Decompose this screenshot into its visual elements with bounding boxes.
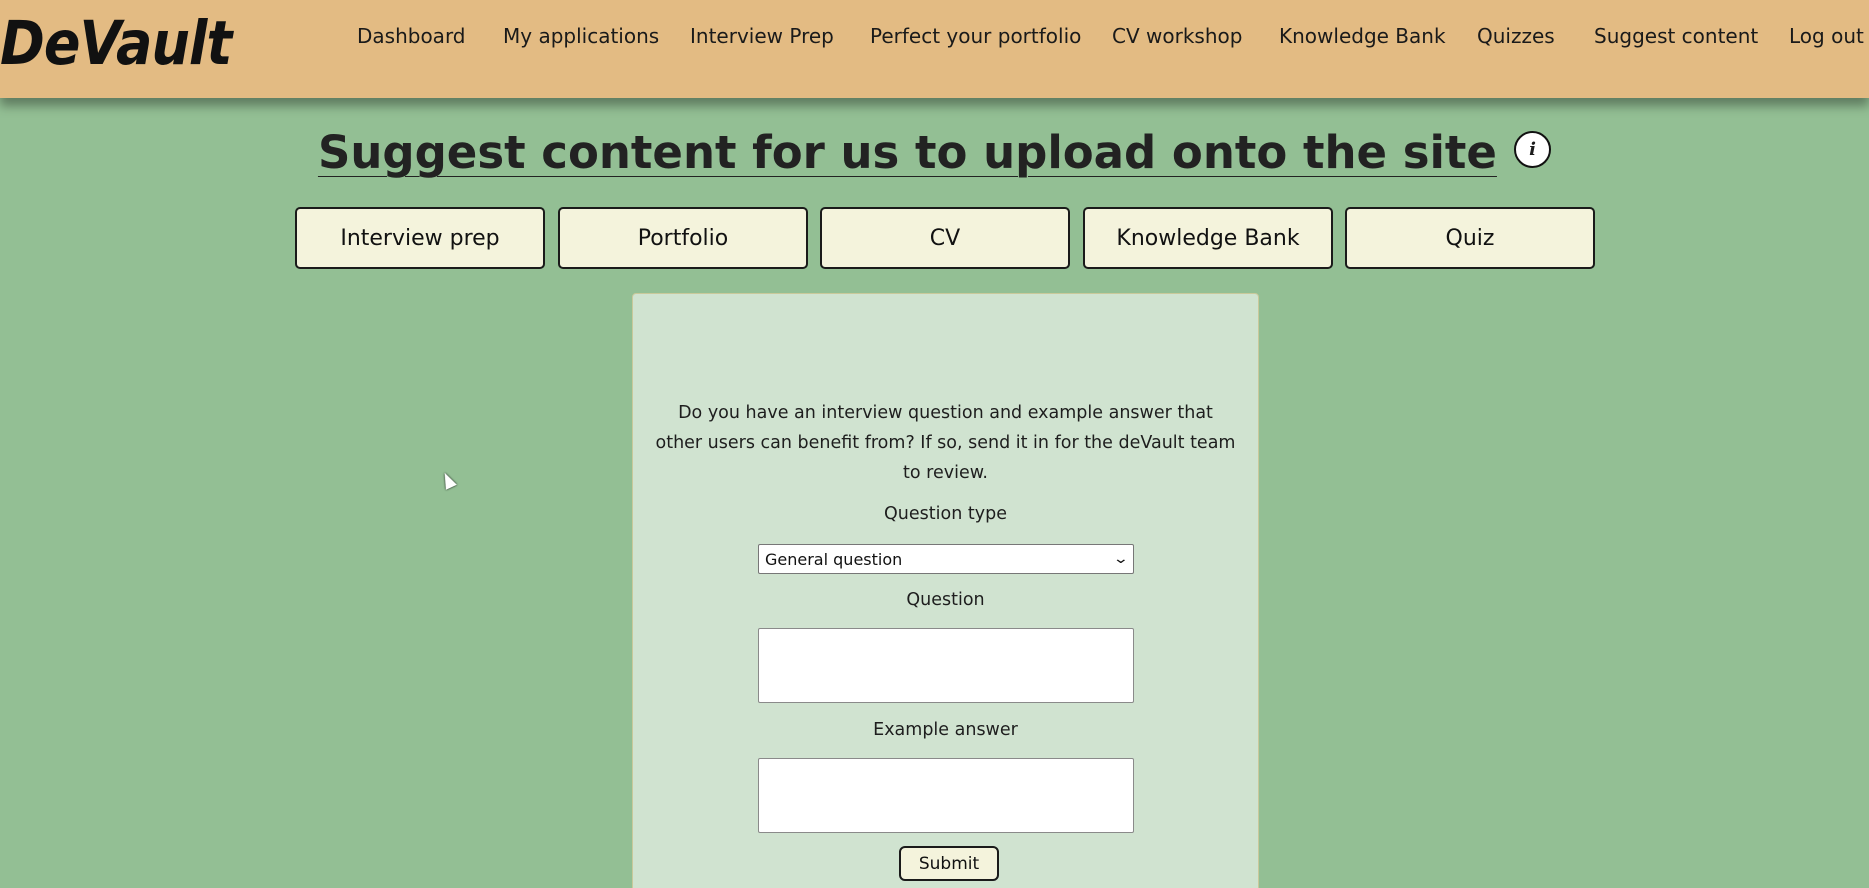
chevron-down-icon: ⌄: [1112, 551, 1130, 567]
suggestion-form-card: Do you have an interview question and ex…: [632, 293, 1259, 888]
nav-log-out[interactable]: Log out: [1789, 24, 1864, 48]
tab-cv[interactable]: CV: [820, 207, 1070, 269]
nav-interview-prep[interactable]: Interview Prep: [690, 24, 834, 48]
nav-perfect-portfolio[interactable]: Perfect your portfolio: [870, 24, 1081, 48]
title-row: Suggest content for us to upload onto th…: [0, 126, 1869, 179]
tab-quiz[interactable]: Quiz: [1345, 207, 1595, 269]
question-type-value: General question: [765, 549, 903, 569]
question-label: Question: [906, 590, 985, 610]
tab-interview-prep[interactable]: Interview prep: [295, 207, 545, 269]
form-intro-text: Do you have an interview question and ex…: [655, 403, 1236, 483]
top-navbar: DeVault Dashboard My applications Interv…: [0, 0, 1869, 98]
submit-button[interactable]: Submit: [899, 846, 999, 881]
page-title: Suggest content for us to upload onto th…: [317, 126, 1497, 179]
nav-my-applications[interactable]: My applications: [503, 24, 659, 48]
nav-quizzes[interactable]: Quizzes: [1477, 24, 1555, 48]
nav-cv-workshop[interactable]: CV workshop: [1112, 24, 1242, 48]
tab-portfolio[interactable]: Portfolio: [558, 207, 808, 269]
example-answer-textarea[interactable]: [758, 758, 1134, 833]
tab-knowledge-bank[interactable]: Knowledge Bank: [1083, 207, 1333, 269]
mouse-pointer-icon: [439, 470, 457, 490]
question-textarea[interactable]: [758, 628, 1134, 703]
question-type-select[interactable]: General question ⌄: [758, 544, 1134, 574]
info-icon[interactable]: i: [1514, 131, 1552, 168]
example-answer-label: Example answer: [873, 720, 1018, 740]
devault-logo[interactable]: DeVault: [0, 8, 232, 79]
nav-suggest-content[interactable]: Suggest content: [1594, 24, 1758, 48]
nav-knowledge-bank[interactable]: Knowledge Bank: [1279, 24, 1446, 48]
question-type-label: Question type: [884, 504, 1007, 524]
nav-dashboard[interactable]: Dashboard: [357, 24, 466, 48]
